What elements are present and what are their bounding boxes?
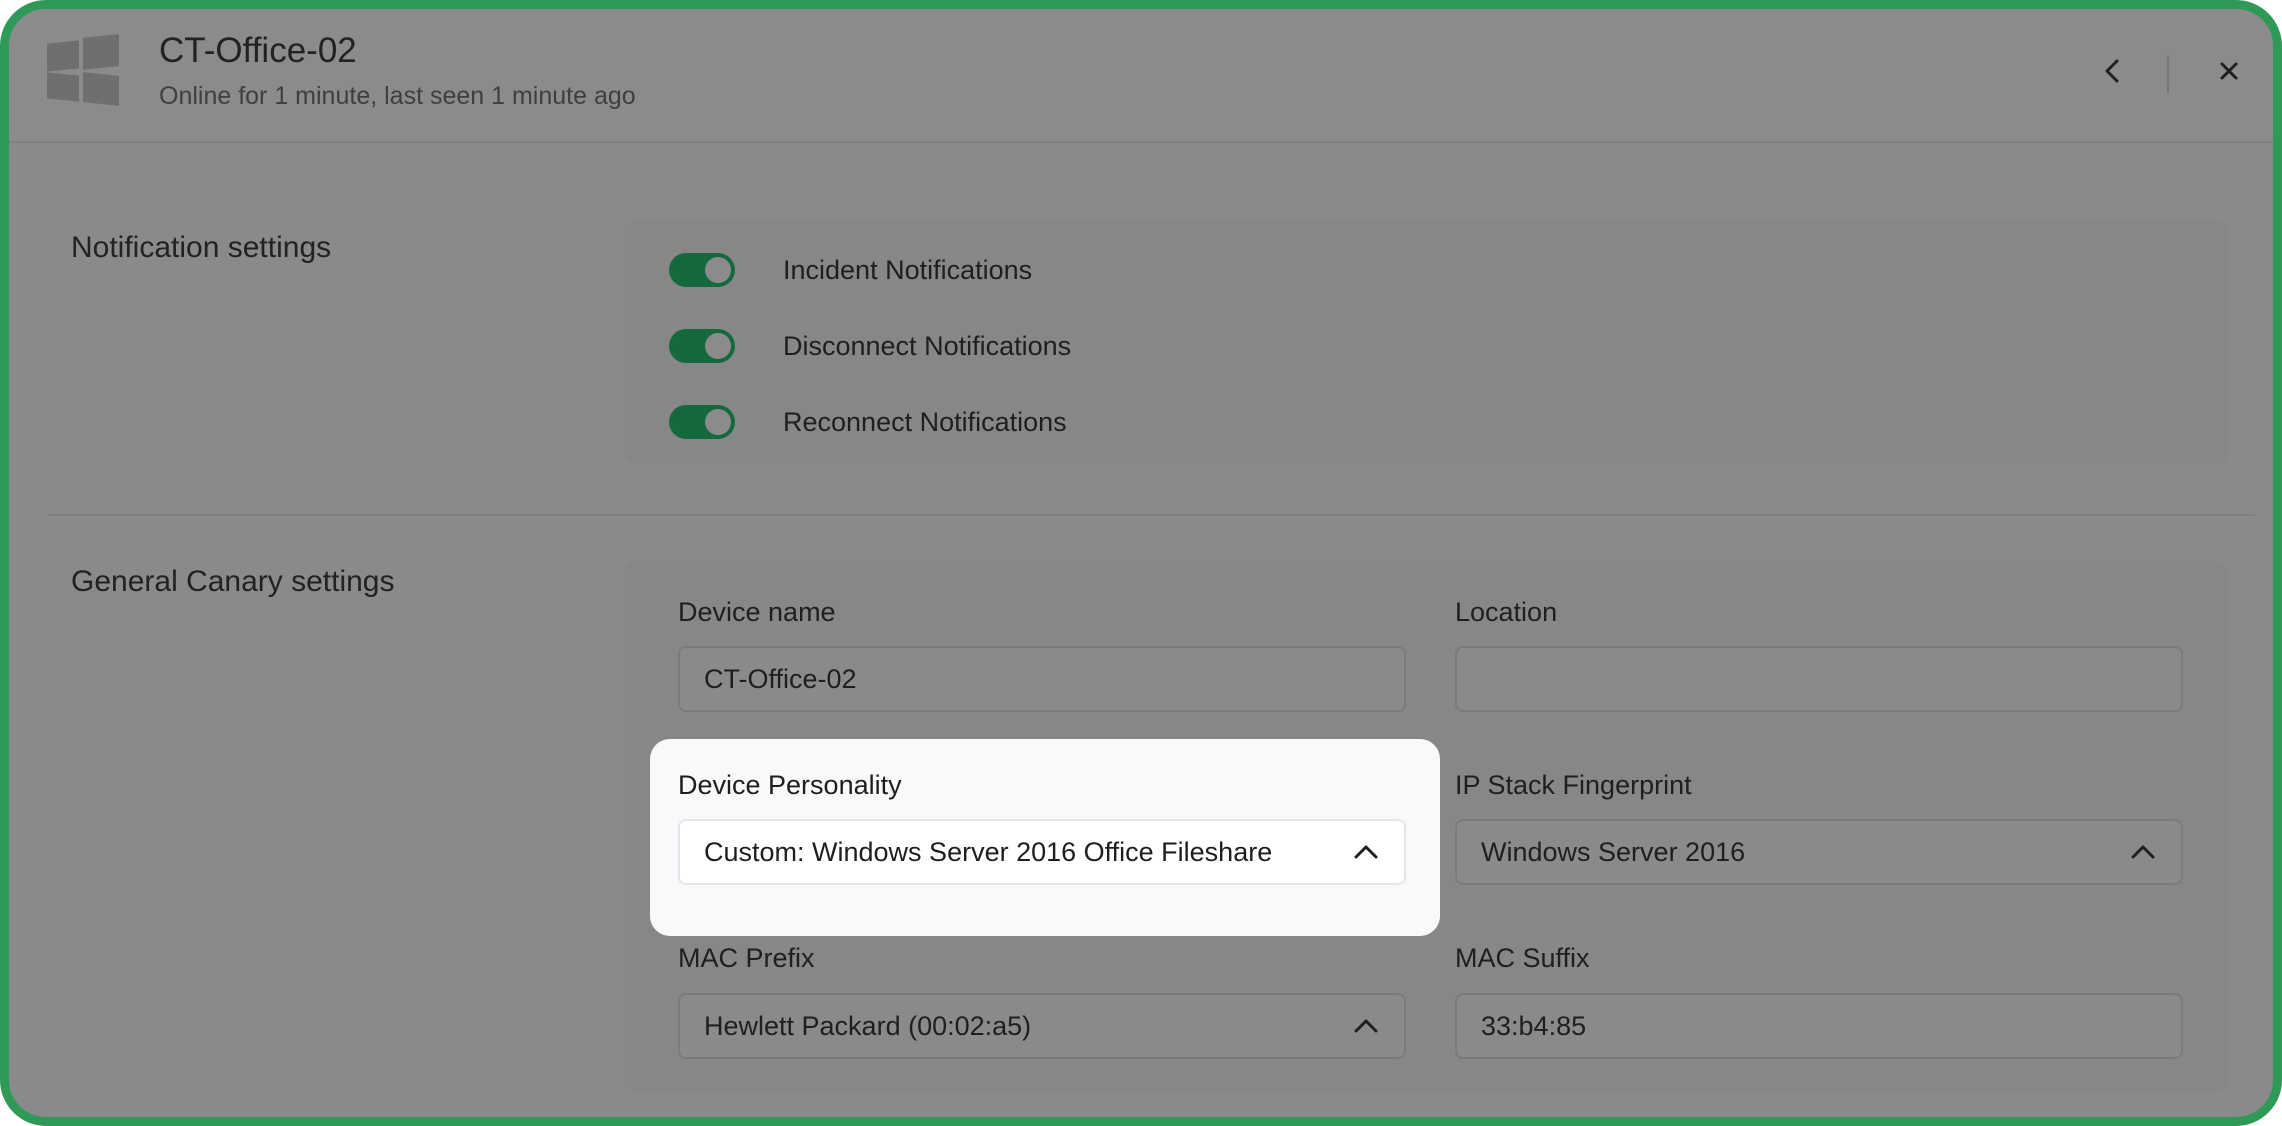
- device-title: CT-Office-02: [159, 31, 357, 70]
- device-name-label: Device name: [678, 597, 836, 627]
- back-button[interactable]: [2095, 53, 2131, 89]
- device-name-value: CT-Office-02: [704, 663, 857, 694]
- general-settings-heading: General Canary settings: [71, 565, 395, 598]
- incident-notifications-row: Incident Notifications: [669, 250, 1032, 290]
- section-divider: [47, 514, 2255, 516]
- location-input[interactable]: [1455, 646, 2183, 712]
- device-personality-label: Device Personality: [678, 770, 902, 800]
- mac-prefix-label: MAC Prefix: [678, 943, 815, 973]
- mac-prefix-select[interactable]: Hewlett Packard (00:02:a5): [678, 993, 1406, 1059]
- mac-suffix-label: MAC Suffix: [1455, 943, 1590, 973]
- notification-settings-heading: Notification settings: [71, 231, 332, 264]
- header-divider: [2167, 55, 2169, 93]
- device-personality-select[interactable]: Custom: Windows Server 2016 Office Files…: [678, 819, 1406, 885]
- device-name-input[interactable]: CT-Office-02: [678, 646, 1406, 712]
- disconnect-notifications-toggle[interactable]: [669, 329, 735, 363]
- ip-stack-fingerprint-label: IP Stack Fingerprint: [1455, 770, 1692, 800]
- disconnect-notifications-label: Disconnect Notifications: [783, 330, 1072, 361]
- device-personality-highlight: Device Personality Custom: Windows Serve…: [650, 739, 1440, 936]
- ip-stack-fingerprint-select[interactable]: Windows Server 2016: [1455, 819, 2183, 885]
- mac-suffix-value: 33:b4:85: [1481, 1010, 1587, 1041]
- chevron-left-icon: [2105, 59, 2119, 83]
- close-icon: [2220, 62, 2238, 80]
- disconnect-notifications-row: Disconnect Notifications: [669, 326, 1071, 366]
- location-label: Location: [1455, 597, 1558, 627]
- chevron-up-icon: [1352, 838, 1380, 866]
- device-header: CT-Office-02 Online for 1 minute, last s…: [9, 9, 2273, 143]
- device-settings-window: CT-Office-02 Online for 1 minute, last s…: [0, 0, 2282, 1126]
- chevron-up-icon: [1352, 1012, 1380, 1040]
- reconnect-notifications-toggle[interactable]: [669, 405, 735, 439]
- close-button[interactable]: [2211, 53, 2247, 89]
- mac-suffix-input[interactable]: 33:b4:85: [1455, 993, 2183, 1059]
- incident-notifications-toggle[interactable]: [669, 253, 735, 287]
- chevron-up-icon: [2129, 838, 2157, 866]
- incident-notifications-label: Incident Notifications: [783, 254, 1033, 285]
- mac-prefix-value: Hewlett Packard (00:02:a5): [704, 1010, 1032, 1041]
- reconnect-notifications-row: Reconnect Notifications: [669, 402, 1067, 442]
- ip-stack-fingerprint-value: Windows Server 2016: [1481, 836, 1746, 867]
- windows-logo-icon: [47, 34, 119, 106]
- device-personality-value: Custom: Windows Server 2016 Office Files…: [704, 836, 1273, 867]
- device-status-text: Online for 1 minute, last seen 1 minute …: [159, 82, 636, 110]
- reconnect-notifications-label: Reconnect Notifications: [783, 406, 1067, 437]
